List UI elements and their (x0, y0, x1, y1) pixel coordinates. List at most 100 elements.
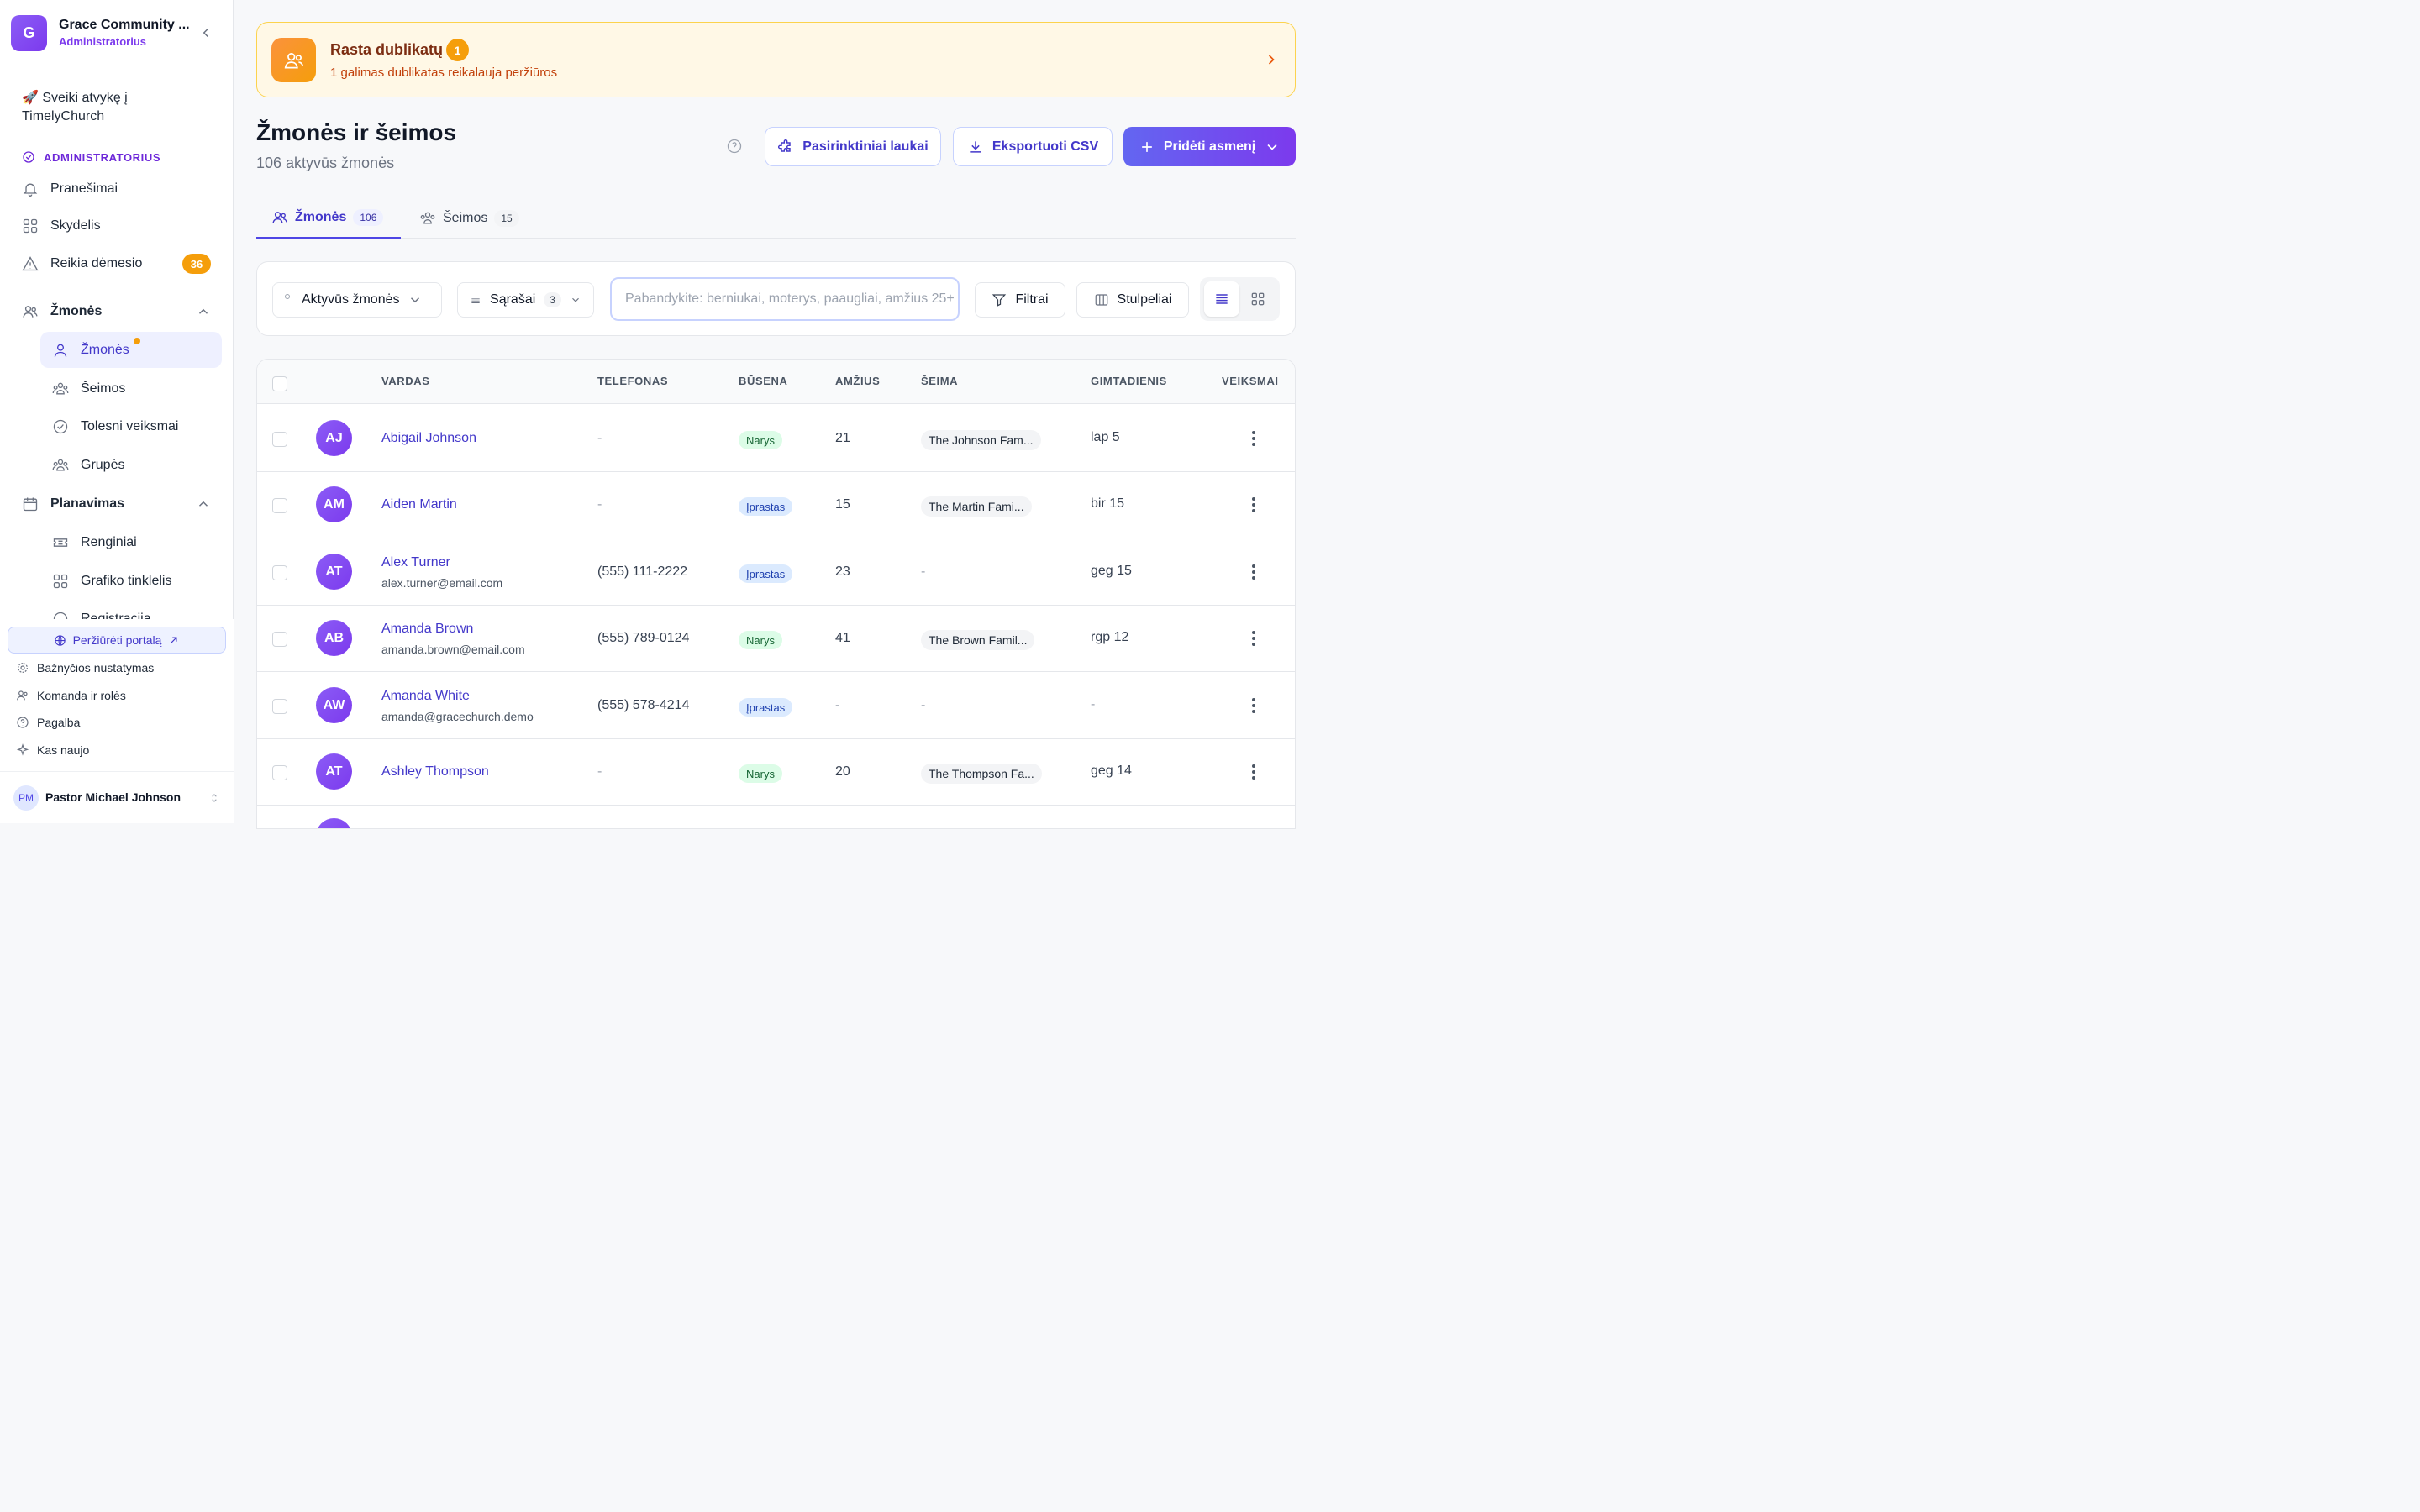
help-link[interactable]: Pagalba (16, 716, 80, 729)
list-view-icon (1216, 294, 1228, 304)
sidebar-item-families[interactable]: Šeimos (52, 379, 125, 399)
sidebar: G Grace Community ... Administratorius 🚀… (0, 0, 234, 823)
person-name-link[interactable]: Alex Turner (381, 555, 450, 570)
avatar: PM (13, 785, 39, 811)
page-title: Žmonės ir šeimos (256, 119, 457, 145)
row-checkbox[interactable] (272, 498, 287, 513)
column-header-phone[interactable]: TELEFONAS (597, 375, 668, 387)
sidebar-group-label: Žmonės (50, 304, 103, 318)
add-person-label: Pridėti asmenį (1163, 139, 1256, 154)
sidebar-group-people[interactable]: Žmonės (22, 302, 102, 322)
person-name-link[interactable]: Abigail Johnson (381, 431, 476, 446)
user-menu[interactable]: PM Pastor Michael Johnson (0, 771, 234, 823)
sidebar-item-label: Pranešimai (50, 181, 118, 196)
whats-new-link[interactable]: Kas naujo (16, 743, 89, 757)
page-subtitle: 106 aktyvūs žmonės (256, 155, 395, 171)
birthday-cell: lap 5 (1091, 430, 1120, 444)
sidebar-item-attention[interactable]: Reikia dėmesio (22, 254, 142, 274)
family-chip[interactable]: The Brown Famil... (921, 630, 1035, 650)
calendar-icon (23, 497, 38, 512)
person-name-link[interactable]: Ashley Thompson (381, 764, 489, 780)
table-row[interactable]: AJ Abigail Johnson - Narys 21 The Johnso… (257, 405, 1295, 472)
tab-families[interactable]: Šeimos 15 (419, 198, 519, 239)
chevron-up-icon[interactable] (196, 304, 211, 319)
family-chip[interactable]: The Thompson Fa... (921, 764, 1042, 784)
active-people-select[interactable]: Aktyvūs žmonės (272, 282, 442, 318)
person-name-link[interactable]: Aiden Martin (381, 497, 457, 512)
person-name-link[interactable]: Amanda Brown (381, 622, 473, 637)
column-header-family[interactable]: ŠEIMA (921, 375, 958, 387)
sidebar-item-schedule[interactable]: Grafiko tinklelis (52, 571, 171, 591)
table-row[interactable]: AT Alex Turner alex.turner@email.com (55… (257, 538, 1295, 606)
sidebar-item-followups[interactable]: Tolesni veiksmai (52, 417, 178, 437)
view-portal-button[interactable]: Peržiūrėti portalą (8, 627, 226, 654)
sidebar-item-notifications[interactable]: Pranešimai (22, 179, 118, 199)
columns-icon (1095, 294, 1107, 306)
avatar (316, 818, 352, 828)
view-toggle (1200, 277, 1280, 321)
org-header[interactable]: G Grace Community ... Administratorius (0, 0, 234, 66)
age-cell: 20 (835, 764, 850, 779)
birthday-cell: rgp 12 (1091, 630, 1129, 644)
chevron-up-icon[interactable] (196, 496, 211, 512)
export-csv-button[interactable]: Eksportuoti CSV (953, 127, 1113, 166)
column-header-birthday[interactable]: GIMTADIENIS (1091, 375, 1167, 387)
sidebar-group-planning[interactable]: Planavimas (22, 494, 124, 514)
more-vertical-icon[interactable] (1251, 764, 1256, 780)
filters-label: Filtrai (1015, 292, 1049, 307)
more-vertical-icon[interactable] (1251, 697, 1256, 714)
row-checkbox[interactable] (272, 765, 287, 780)
grid-view-button[interactable] (1240, 281, 1276, 317)
person-email: alex.turner@email.com (381, 576, 503, 590)
table-row[interactable]: AW Amanda White amanda@gracechurch.demo … (257, 672, 1295, 739)
bell-icon (23, 183, 38, 197)
phone-cell: - (597, 497, 602, 512)
person-name-link[interactable]: Amanda White (381, 689, 470, 704)
sidebar-item-groups[interactable]: Grupės (52, 455, 124, 475)
row-checkbox[interactable] (272, 632, 287, 647)
list-view-button[interactable] (1204, 281, 1239, 317)
age-cell: 41 (835, 631, 850, 645)
gear-icon (18, 663, 28, 673)
table-row[interactable]: AM Aiden Martin - Įprastas 15 The Martin… (257, 471, 1295, 538)
family-chip[interactable]: The Martin Fami... (921, 496, 1032, 517)
column-header-age[interactable]: AMŽIUS (835, 375, 880, 387)
table-row[interactable]: AT Ashley Thompson - Narys 20 The Thomps… (257, 738, 1295, 806)
grid-icon (53, 574, 68, 589)
row-checkbox[interactable] (272, 699, 287, 714)
church-settings-link[interactable]: Bažnyčios nustatymas (16, 661, 154, 675)
question-circle-icon[interactable] (726, 138, 743, 155)
table-row[interactable]: AB Amanda Brown amanda.brown@email.com (… (257, 605, 1295, 672)
section-label-admin: ADMINISTRATORIUS (22, 150, 160, 164)
row-checkbox[interactable] (272, 432, 287, 447)
column-header-name[interactable]: VARDAS (381, 375, 430, 387)
tab-people[interactable]: Žmonės 106 (256, 198, 401, 239)
lists-select[interactable]: Sąrašai 3 (457, 282, 594, 318)
column-header-status[interactable]: BŪSENA (739, 375, 788, 387)
family-chip[interactable]: The Johnson Fam... (921, 430, 1041, 450)
plus-icon (1141, 141, 1152, 152)
sidebar-item-events[interactable]: Renginiai (52, 533, 137, 553)
duplicates-banner[interactable]: Rasta dublikatų 1 1 galimas dublikatas r… (256, 22, 1296, 97)
sidebar-item-people[interactable]: Žmonės (52, 340, 129, 360)
sidebar-item-dashboard[interactable]: Skydelis (22, 216, 101, 236)
row-checkbox[interactable] (272, 565, 287, 580)
custom-fields-button[interactable]: Pasirinktiniai laukai (765, 127, 941, 166)
ticket-icon (53, 538, 68, 547)
family-icon (52, 382, 69, 395)
team-roles-link[interactable]: Komanda ir rolės (16, 689, 126, 702)
more-vertical-icon[interactable] (1251, 430, 1256, 447)
chevron-left-icon[interactable] (198, 25, 213, 40)
add-person-button[interactable]: Pridėti asmenį (1123, 127, 1296, 166)
user-icon (54, 344, 67, 357)
age-cell: 23 (835, 564, 850, 579)
family-cell: - (921, 564, 926, 579)
select-all-checkbox[interactable] (272, 376, 287, 391)
family-icon (420, 212, 435, 224)
search-input[interactable]: Pabandykite: berniukai, moterys, paaugli… (610, 277, 960, 321)
more-vertical-icon[interactable] (1251, 564, 1256, 580)
columns-button[interactable]: Stulpeliai (1076, 282, 1189, 318)
more-vertical-icon[interactable] (1251, 630, 1256, 647)
more-vertical-icon[interactable] (1251, 496, 1256, 513)
filters-button[interactable]: Filtrai (975, 282, 1065, 318)
